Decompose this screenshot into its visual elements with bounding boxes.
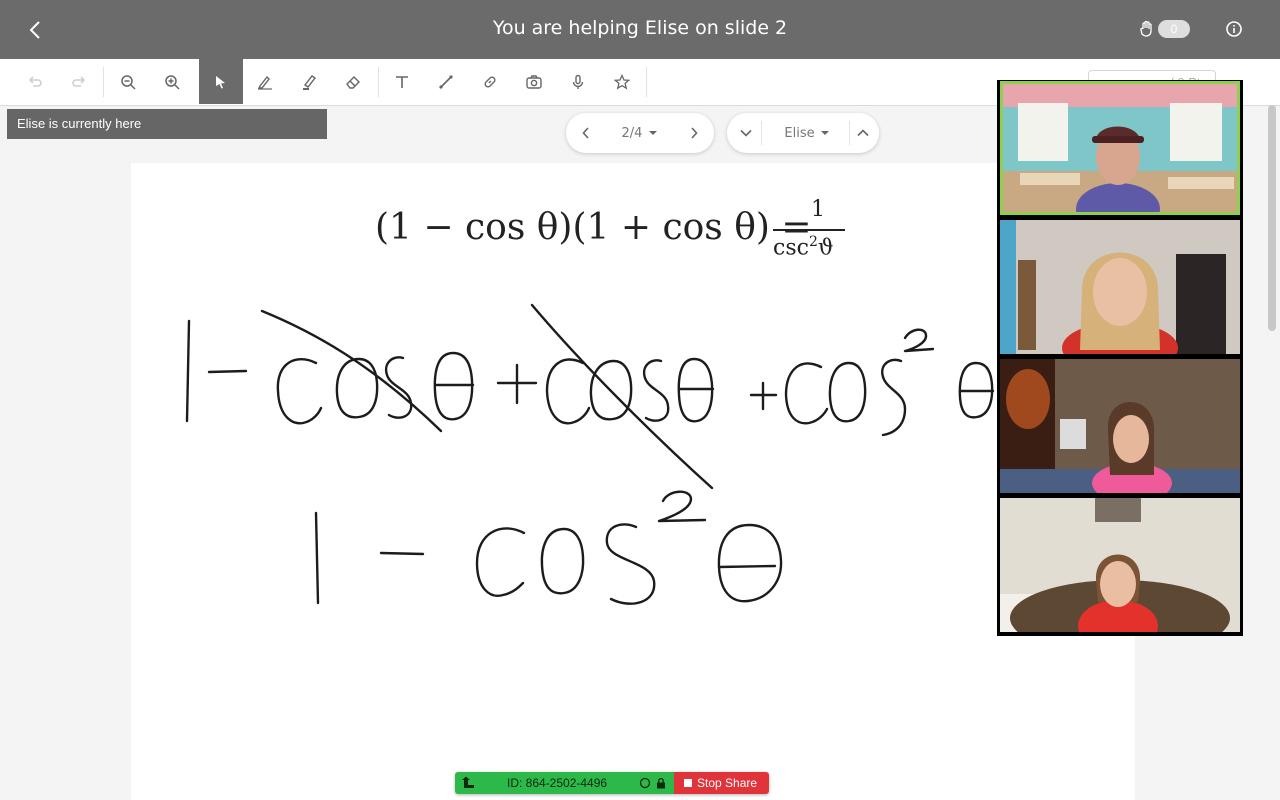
- star-icon[interactable]: [600, 59, 644, 104]
- video-tile-teacher[interactable]: [1000, 81, 1240, 215]
- video-panel: [997, 80, 1243, 636]
- video-tile-student-3[interactable]: [1000, 498, 1240, 632]
- stop-share-label: Stop Share: [697, 776, 758, 790]
- microphone-icon[interactable]: [556, 59, 600, 104]
- top-bar: You are helping Elise on slide 2 0: [0, 0, 1280, 59]
- pen-icon[interactable]: [243, 59, 287, 104]
- pill-divider: [849, 121, 850, 145]
- redo-icon[interactable]: [57, 59, 101, 104]
- video-tile-student-2[interactable]: [1000, 359, 1240, 493]
- status-circle-icon[interactable]: [639, 777, 651, 789]
- prev-slide-button[interactable]: [572, 113, 600, 153]
- next-student-button[interactable]: [733, 113, 759, 153]
- stop-share-button[interactable]: Stop Share: [674, 772, 769, 794]
- meeting-id: ID: 864-2502-4496: [507, 776, 608, 790]
- student-select[interactable]: Elise: [765, 113, 849, 153]
- caret-down-icon: [649, 131, 658, 135]
- stop-icon: [684, 778, 692, 787]
- toolbar-divider: [103, 67, 104, 97]
- slide-pager: 2/4: [566, 113, 714, 153]
- select-icon[interactable]: [199, 59, 243, 104]
- participant-video: [1000, 359, 1240, 493]
- share-arrow-icon[interactable]: [461, 776, 475, 790]
- pill-divider: [761, 121, 762, 145]
- page-title: You are helping Elise on slide 2: [492, 17, 788, 39]
- prev-student-button[interactable]: [851, 113, 875, 153]
- student-switcher: Elise: [727, 113, 879, 153]
- line-icon[interactable]: [424, 59, 468, 104]
- slide-page-label: 2/4: [621, 125, 643, 141]
- right-scrollbar[interactable]: [1268, 105, 1276, 331]
- zoom-in-icon[interactable]: [150, 59, 194, 104]
- raised-hands-count: 0: [1158, 20, 1190, 38]
- participant-video: [1000, 220, 1240, 354]
- lock-icon[interactable]: [655, 777, 667, 789]
- share-status-area: ID: 864-2502-4496: [455, 772, 674, 794]
- camera-icon[interactable]: [512, 59, 556, 104]
- info-icon[interactable]: [1225, 20, 1243, 38]
- link-icon[interactable]: [468, 59, 512, 104]
- toolbar-divider: [646, 67, 647, 97]
- participant-video: [1000, 81, 1240, 215]
- highlighter-icon[interactable]: [287, 59, 331, 104]
- slide-canvas[interactable]: (1 − cos θ)(1 + cos θ) = 1 csc2ϑ: [131, 163, 1135, 800]
- screen-share-bar: ID: 864-2502-4496 Stop Share: [455, 772, 769, 794]
- student-location-banner: Elise is currently here: [7, 109, 327, 139]
- slide-select[interactable]: 2/4: [610, 113, 670, 153]
- raise-hand-icon[interactable]: [1139, 20, 1155, 38]
- toolbar-divider: [378, 67, 379, 97]
- handwriting-ink: [185, 303, 995, 605]
- text-icon[interactable]: [380, 59, 424, 104]
- zoom-out-icon[interactable]: [106, 59, 150, 104]
- student-name: Elise: [784, 125, 815, 141]
- participant-video: [1000, 498, 1240, 632]
- undo-icon[interactable]: [13, 59, 57, 104]
- caret-down-icon: [820, 131, 829, 135]
- eraser-icon[interactable]: [331, 59, 375, 104]
- next-slide-button[interactable]: [680, 113, 708, 153]
- video-tile-student-1[interactable]: [1000, 220, 1240, 354]
